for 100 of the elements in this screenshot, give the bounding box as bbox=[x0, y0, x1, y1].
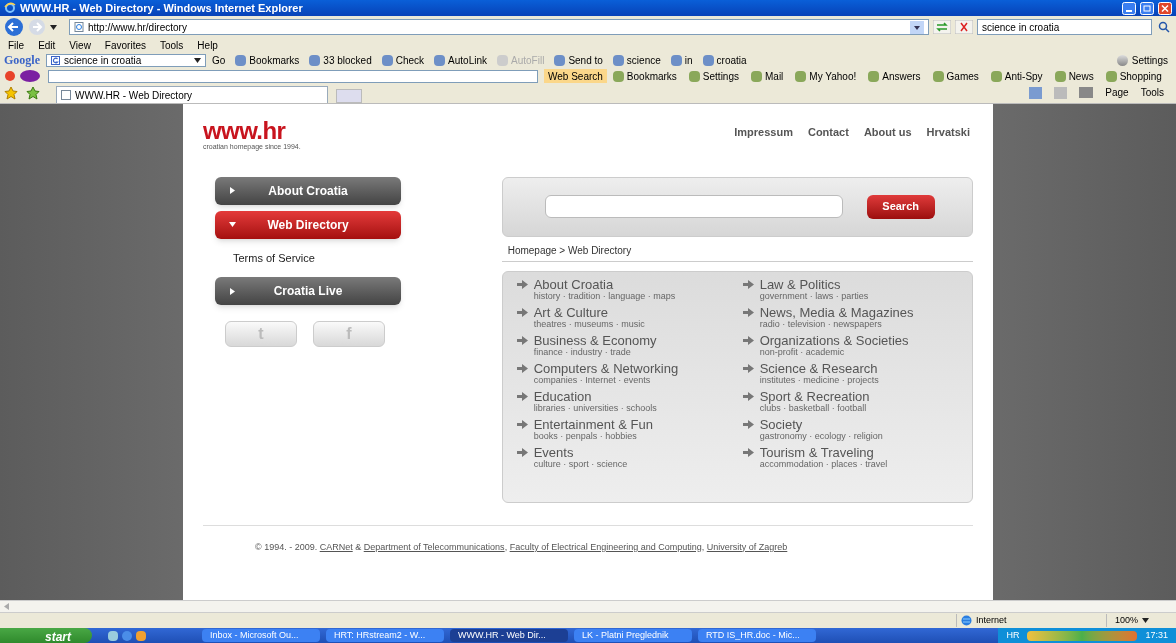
site-logo[interactable]: www.hr bbox=[203, 120, 301, 142]
toolbar-button[interactable]: science bbox=[612, 52, 661, 68]
arrow-icon bbox=[742, 419, 754, 429]
category-link[interactable]: Organizations & Societies bbox=[759, 333, 909, 347]
nav-link[interactable]: Hrvatski bbox=[926, 124, 970, 141]
toolbar-button[interactable]: Go bbox=[212, 52, 226, 68]
nav-link[interactable]: Terms of Service bbox=[215, 244, 454, 271]
toolbar-button[interactable]: Bookmarks bbox=[612, 68, 677, 84]
menu-item[interactable]: Tools bbox=[160, 37, 184, 53]
category-link[interactable]: News, Media & Magazines bbox=[759, 305, 914, 319]
nav-button[interactable]: Web Directory bbox=[215, 210, 401, 239]
category-subtitle: finance · industry · trade bbox=[533, 346, 631, 357]
language-indicator[interactable]: HR bbox=[1006, 628, 1020, 643]
category-link[interactable]: Society bbox=[759, 417, 883, 431]
toolbar-icon bbox=[1054, 70, 1066, 82]
toolbar-button[interactable]: Games bbox=[932, 68, 979, 84]
category-link[interactable]: Law & Politics bbox=[759, 277, 869, 291]
menu-item[interactable]: File bbox=[8, 37, 25, 53]
command-button[interactable]: Page bbox=[1105, 85, 1129, 100]
nav-link[interactable]: Impressum bbox=[734, 124, 793, 141]
quick-launch-icon[interactable] bbox=[136, 630, 146, 641]
toolbar-button[interactable]: Bookmarks bbox=[235, 52, 300, 68]
toolbar-icon bbox=[235, 54, 247, 66]
settings-button[interactable]: Settings bbox=[1116, 52, 1172, 68]
scroll-left-icon[interactable] bbox=[4, 603, 9, 610]
quick-launch-icon[interactable] bbox=[122, 630, 132, 641]
category-subtitle: books · penpals · hobbies bbox=[533, 430, 638, 441]
category-link[interactable]: Science & Research bbox=[759, 361, 879, 375]
footer-link[interactable]: CARNet bbox=[319, 541, 353, 552]
category-link[interactable]: Art & Culture bbox=[533, 305, 645, 319]
add-favorite-icon[interactable] bbox=[26, 86, 40, 100]
category-subtitle: gastronomy · ecology · religion bbox=[759, 430, 883, 441]
footer-link[interactable]: Department of Telecommunications bbox=[363, 541, 505, 552]
menu-item[interactable]: Edit bbox=[38, 37, 56, 53]
category-link[interactable]: Sport & Recreation bbox=[759, 389, 870, 403]
nav-button[interactable]: Croatia Live bbox=[215, 277, 401, 305]
command-button[interactable]: Tools bbox=[1140, 85, 1164, 100]
zoom-control[interactable]: 100% bbox=[1106, 613, 1176, 628]
toolbar-button[interactable]: My Yahoo! bbox=[795, 68, 857, 84]
yahoo-search-field[interactable] bbox=[48, 69, 538, 83]
category-subtitle: libraries · universities · schools bbox=[533, 402, 657, 413]
dropdown-caret-icon[interactable] bbox=[194, 57, 201, 63]
category-link[interactable]: Entertainment & Fun bbox=[533, 417, 653, 431]
toolbar-button[interactable]: Settings bbox=[688, 68, 739, 84]
search-button[interactable]: Search bbox=[866, 194, 935, 219]
category-link[interactable]: Business & Economy bbox=[533, 333, 657, 347]
web-search-button[interactable]: Web Search bbox=[544, 69, 607, 83]
arrow-icon bbox=[516, 447, 528, 457]
toolbar-button[interactable]: Anti-Spy bbox=[990, 68, 1043, 84]
nav-link[interactable]: About us bbox=[863, 124, 912, 141]
favorites-star-icon[interactable] bbox=[4, 86, 18, 100]
zone-indicator: Internet bbox=[956, 613, 1106, 628]
dropdown-caret-icon[interactable] bbox=[50, 24, 57, 30]
minimize-button[interactable] bbox=[1122, 1, 1136, 15]
taskbar-button[interactable]: LK - Platni Preglednik bbox=[574, 629, 692, 642]
category-link[interactable]: Computers & Networking bbox=[533, 361, 679, 375]
category-link[interactable]: About Croatia bbox=[533, 277, 676, 291]
taskbar-button[interactable]: WWW.HR - Web Dir... bbox=[450, 629, 568, 642]
browser-tab[interactable]: WWW.HR - Web Directory bbox=[56, 86, 328, 103]
toolbar-button[interactable]: in bbox=[670, 52, 693, 68]
address-field[interactable]: http://www.hr/directory bbox=[69, 19, 929, 35]
category-link[interactable]: Tourism & Traveling bbox=[759, 445, 888, 459]
menu-item[interactable]: Help bbox=[197, 37, 218, 53]
toolbar-button[interactable]: croatia bbox=[702, 52, 747, 68]
quick-launch-icon[interactable] bbox=[108, 630, 118, 641]
menu-item[interactable]: Favorites bbox=[104, 37, 146, 53]
restore-button[interactable] bbox=[1140, 1, 1154, 15]
nav-button[interactable]: About Croatia bbox=[215, 176, 401, 205]
refresh-icon[interactable] bbox=[933, 20, 951, 34]
taskbar-button[interactable]: Inbox - Microsoft Ou... bbox=[202, 629, 320, 642]
start-button[interactable]: start bbox=[0, 628, 92, 643]
search-field[interactable]: science in croatia bbox=[977, 19, 1152, 35]
toolbar-button[interactable]: News bbox=[1054, 68, 1094, 84]
toolbar-button[interactable]: Mail bbox=[751, 68, 784, 84]
google-search-field[interactable]: science in croatia bbox=[46, 53, 206, 67]
toolbar-button[interactable]: AutoLink bbox=[434, 52, 487, 68]
toolbar-button[interactable]: 33 blocked bbox=[309, 52, 372, 68]
arrow-icon bbox=[742, 307, 754, 317]
stop-icon[interactable] bbox=[955, 20, 973, 34]
category-link[interactable]: Education bbox=[533, 389, 657, 403]
globe-icon bbox=[961, 615, 972, 626]
site-search-field[interactable] bbox=[544, 195, 843, 218]
search-icon[interactable] bbox=[1156, 20, 1172, 34]
caret-right-icon bbox=[229, 187, 235, 194]
category-link[interactable]: Events bbox=[533, 445, 628, 459]
taskbar-button[interactable]: RTD IS_HR.doc - Mic... bbox=[698, 629, 816, 642]
footer-link[interactable]: University of Zagreb bbox=[706, 541, 788, 552]
nav-link[interactable]: Contact bbox=[807, 124, 849, 141]
footer-link[interactable]: Faculty of Electrical Engineering and Computing bbox=[509, 541, 702, 552]
taskbar-button[interactable]: HRT: HRstream2 - W... bbox=[326, 629, 444, 642]
toolbar-button[interactable]: Check bbox=[381, 52, 425, 68]
toolbar-button[interactable]: Shopping bbox=[1105, 68, 1162, 84]
category-subtitle: institutes · medicine · projects bbox=[759, 374, 879, 385]
dropdown-caret-icon[interactable] bbox=[910, 20, 924, 34]
close-button[interactable] bbox=[1158, 1, 1172, 15]
toolbar-button[interactable]: Send to bbox=[554, 52, 603, 68]
toolbar-button[interactable]: Answers bbox=[868, 68, 921, 84]
back-button[interactable] bbox=[4, 17, 24, 37]
menu-item[interactable]: View bbox=[69, 37, 91, 53]
toolbar-icon bbox=[990, 70, 1002, 82]
